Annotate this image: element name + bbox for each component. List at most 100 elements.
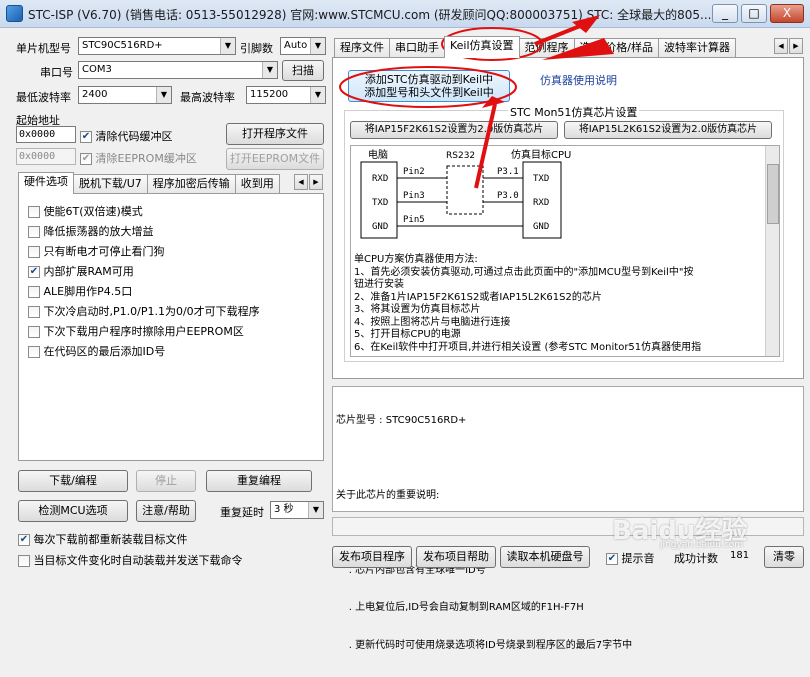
- chevron-down-icon: ▼: [310, 87, 325, 103]
- tab-examples[interactable]: 范例程序: [518, 38, 575, 58]
- tab-scroll-right-icon[interactable]: ▶: [789, 38, 803, 54]
- tab-program-file[interactable]: 程序文件: [334, 38, 390, 58]
- minimize-button[interactable]: _: [712, 4, 738, 23]
- hw-options-list: 使能6T(双倍速)模式 降低振荡器的放大增益 只有断电才可停止看门狗 ✔ 内部扩…: [28, 202, 318, 362]
- hint-sound-row[interactable]: ✔ 提示音: [606, 550, 655, 566]
- tab-scroll-right-icon[interactable]: ▶: [309, 174, 323, 190]
- hw-option[interactable]: ALE脚用作P4.5口: [28, 282, 318, 302]
- tab-hw-options[interactable]: 硬件选项: [18, 172, 74, 194]
- option-label: ALE脚用作P4.5口: [43, 285, 133, 298]
- window-title: STC-ISP (V6.70) (销售电话: 0513-55012928) 官网…: [28, 8, 712, 22]
- info-line: 关于此芯片的重要说明:: [336, 489, 440, 501]
- min-baud-label: 最低波特率: [16, 91, 71, 104]
- reprogram-button[interactable]: 重复编程: [206, 470, 312, 492]
- tab-selection[interactable]: 选型/价格/样品: [573, 38, 659, 58]
- chevron-down-icon: ▼: [308, 502, 323, 518]
- hw-tabs: 硬件选项 脱机下载/U7 程序加密后传输 收到用: [18, 172, 280, 194]
- option-label: 只有断电才可停止看门狗: [43, 245, 165, 258]
- delay-select[interactable]: 3 秒 ▼: [270, 501, 324, 519]
- tab-encrypt[interactable]: 程序加密后传输: [146, 174, 236, 194]
- open-program-button[interactable]: 打开程序文件: [226, 123, 324, 145]
- download-button[interactable]: 下载/编程: [18, 470, 128, 492]
- reload-checkbox[interactable]: ✔: [18, 534, 30, 546]
- auto-send-row[interactable]: 当目标文件变化时自动装载并发送下载命令: [18, 552, 243, 568]
- option-checkbox[interactable]: [28, 286, 40, 298]
- publish-program-button[interactable]: 发布项目程序: [332, 546, 412, 568]
- rs232-label: RS232: [446, 151, 475, 161]
- detect-mcu-button[interactable]: 检测MCU选项: [18, 500, 128, 522]
- help-button[interactable]: 注意/帮助: [136, 500, 196, 522]
- delay-label: 重复延时: [220, 506, 264, 519]
- set-iap15f-button[interactable]: 将IAP15F2K61S2设置为2.0版仿真芯片: [350, 121, 558, 139]
- min-baud-select[interactable]: 2400 ▼: [78, 86, 172, 104]
- instruction-line: 4、按照上图将芯片与电脑进行连接: [354, 316, 511, 328]
- clear-count-button[interactable]: 清零: [764, 546, 804, 568]
- option-label: 内部扩展RAM可用: [43, 265, 134, 278]
- scan-button[interactable]: 扫描: [282, 60, 324, 81]
- tab-baud-calc[interactable]: 波特率计算器: [657, 38, 736, 58]
- port-select[interactable]: COM3 ▼: [78, 61, 278, 79]
- maximize-button[interactable]: □: [741, 4, 767, 23]
- open-eeprom-button[interactable]: 打开EEPROM文件: [226, 148, 324, 170]
- instruction-line: 单CPU方案仿真器使用方法:: [354, 254, 478, 265]
- hw-option[interactable]: 下次下载用户程序时擦除用户EEPROM区: [28, 322, 318, 342]
- hint-sound-checkbox[interactable]: ✔: [606, 553, 618, 565]
- tab-scroll-left-icon[interactable]: ◀: [774, 38, 788, 54]
- info-line: . 上电复位后,ID号会自动复制到RAM区域的F1H-F7H: [336, 602, 584, 613]
- pin-select[interactable]: Auto ▼: [280, 37, 326, 55]
- read-disk-button[interactable]: 读取本机硬盘号: [500, 546, 590, 568]
- option-checkbox[interactable]: [28, 246, 40, 258]
- tab-serial-assistant[interactable]: 串口助手: [389, 38, 445, 58]
- option-checkbox[interactable]: ✔: [28, 266, 40, 278]
- option-checkbox[interactable]: [28, 226, 40, 238]
- success-count-value: 181: [730, 550, 750, 561]
- max-baud-select[interactable]: 115200 ▼: [246, 86, 326, 104]
- publish-help-button[interactable]: 发布项目帮助: [416, 546, 496, 568]
- target-port-text: P3.0: [497, 191, 519, 201]
- auto-send-checkbox[interactable]: [18, 555, 30, 567]
- right-tabs: 程序文件 串口助手 Keil仿真设置 范例程序 选型/价格/样品 波特率计算器: [334, 36, 736, 58]
- hw-option[interactable]: 下次冷启动时,P1.0/P1.1为0/0才可下载程序: [28, 302, 318, 322]
- hw-option[interactable]: 使能6T(双倍速)模式: [28, 202, 318, 222]
- clear-eeprom-row[interactable]: ✔ 清除EEPROM缓冲区: [80, 150, 197, 166]
- instruction-line: 2、准备1片IAP15F2K61S2或者IAP15L2K61S2的芯片: [354, 291, 602, 303]
- chevron-down-icon: ▼: [220, 38, 235, 54]
- option-checkbox[interactable]: [28, 346, 40, 358]
- scrollbar[interactable]: [765, 146, 779, 356]
- pin-label: 引脚数: [240, 42, 273, 55]
- port-label: 串口号: [40, 66, 73, 79]
- clear-code-checkbox[interactable]: ✔: [80, 131, 92, 143]
- wire-pin-text: Pin2: [403, 167, 425, 177]
- info-line: 芯片型号 : STC90C516RD+: [336, 415, 467, 426]
- eeprom-addr-input[interactable]: 0x0000: [16, 148, 76, 165]
- clear-eeprom-checkbox[interactable]: ✔: [80, 153, 92, 165]
- clear-code-row[interactable]: ✔ 清除代码缓冲区: [80, 128, 173, 144]
- tab-keil-sim[interactable]: Keil仿真设置: [444, 36, 520, 58]
- info-line: . 更新代码时可使用烧录选项将ID号烧录到程序区的最后7字节中: [336, 639, 633, 651]
- start-addr-input[interactable]: 0x0000: [16, 126, 76, 143]
- info-output: 芯片型号 : STC90C516RD+ 关于此芯片的重要说明: 固件版本在v7.…: [332, 386, 804, 651]
- usage-link[interactable]: 仿真器使用说明: [540, 72, 617, 88]
- scrollbar-thumb[interactable]: [767, 164, 779, 224]
- option-checkbox[interactable]: [28, 326, 40, 338]
- tab-scroll-left-icon[interactable]: ◀: [294, 174, 308, 190]
- option-checkbox[interactable]: [28, 306, 40, 318]
- hw-option[interactable]: ✔ 内部扩展RAM可用: [28, 262, 318, 282]
- hw-option[interactable]: 在代码区的最后添加ID号: [28, 342, 318, 362]
- add-driver-button[interactable]: 添加STC仿真驱动到Keil中 添加型号和头文件到Keil中: [348, 70, 510, 102]
- tab-receive[interactable]: 收到用: [234, 174, 280, 194]
- instruction-line: 钮进行安装: [354, 279, 404, 290]
- tab-offline[interactable]: 脱机下载/U7: [73, 174, 148, 194]
- mcu-label: 单片机型号: [16, 42, 71, 55]
- set-iap15l-button[interactable]: 将IAP15L2K61S2设置为2.0版仿真芯片: [564, 121, 772, 139]
- chevron-down-icon: ▼: [262, 62, 277, 78]
- instruction-line: 1、首先必须安装仿真驱动,可通过点击此页面中的"添加MCU型号到Keil中"按: [354, 266, 694, 278]
- stop-button[interactable]: 停止: [136, 470, 196, 492]
- hw-option[interactable]: 降低振荡器的放大增益: [28, 222, 318, 242]
- mcu-select[interactable]: STC90C516RD+ ▼: [78, 37, 236, 55]
- option-checkbox[interactable]: [28, 206, 40, 218]
- reload-row[interactable]: ✔ 每次下载前都重新装载目标文件: [18, 531, 188, 547]
- hw-option[interactable]: 只有断电才可停止看门狗: [28, 242, 318, 262]
- pin-value: Auto: [284, 40, 308, 51]
- close-button[interactable]: X: [770, 4, 804, 23]
